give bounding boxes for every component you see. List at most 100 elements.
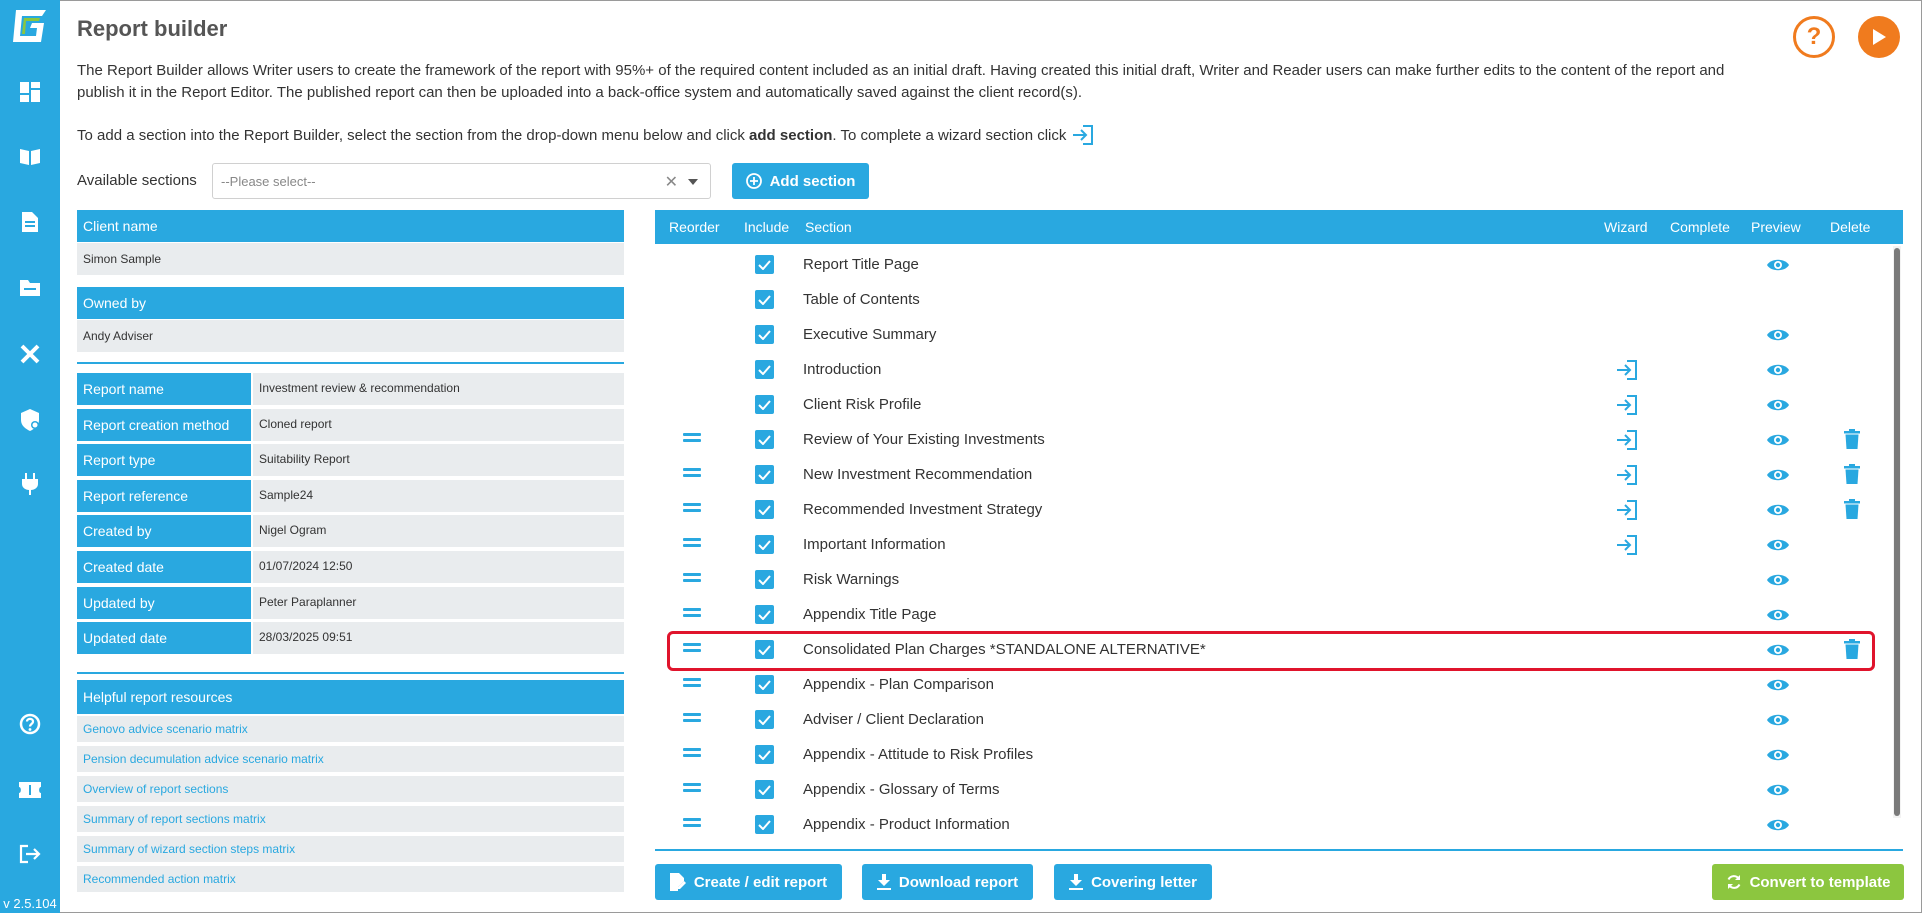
resource-link[interactable]: Summary of wizard section steps matrix <box>77 836 624 864</box>
include-checkbox[interactable] <box>755 290 774 309</box>
include-checkbox[interactable] <box>755 360 774 379</box>
add-section-button[interactable]: Add section <box>732 163 869 199</box>
table-row: Appendix - Product Information <box>655 809 1893 844</box>
clear-icon[interactable]: ✕ <box>665 172 678 192</box>
include-checkbox[interactable] <box>755 570 774 589</box>
resource-link[interactable]: Summary of report sections matrix <box>77 806 624 834</box>
col-reorder: Reorder <box>669 219 720 235</box>
shield-icon[interactable] <box>18 408 42 432</box>
add-section-label: Add section <box>769 172 856 190</box>
eye-icon[interactable] <box>1766 467 1790 483</box>
eye-icon[interactable] <box>1766 677 1790 693</box>
include-checkbox[interactable] <box>755 815 774 834</box>
include-checkbox[interactable] <box>755 605 774 624</box>
tools-icon[interactable] <box>18 342 42 366</box>
drag-handle-icon[interactable] <box>683 783 701 795</box>
scrollbar-thumb[interactable] <box>1894 248 1900 816</box>
create-edit-report-button[interactable]: Create / edit report <box>655 864 842 900</box>
folder-icon[interactable] <box>18 276 42 300</box>
drag-handle-icon[interactable] <box>683 713 701 725</box>
drag-handle-icon[interactable] <box>683 503 701 515</box>
eye-icon[interactable] <box>1766 257 1790 273</box>
eye-icon[interactable] <box>1766 712 1790 728</box>
trash-icon[interactable] <box>1844 464 1860 484</box>
eye-icon[interactable] <box>1766 537 1790 553</box>
include-checkbox[interactable] <box>755 430 774 449</box>
include-checkbox[interactable] <box>755 710 774 729</box>
eye-icon[interactable] <box>1766 817 1790 833</box>
trash-icon[interactable] <box>1844 499 1860 519</box>
eye-icon[interactable] <box>1766 782 1790 798</box>
wizard-enter-icon[interactable] <box>1616 359 1638 381</box>
include-checkbox[interactable] <box>755 535 774 554</box>
report-detail-value: Nigel Ogram <box>251 515 624 550</box>
report-detail-label: Updated by <box>77 586 251 621</box>
col-complete: Complete <box>1670 219 1730 235</box>
eye-icon[interactable] <box>1766 362 1790 378</box>
logo-icon[interactable] <box>10 8 50 44</box>
highlighted-row-outline <box>667 631 1875 671</box>
drag-handle-icon[interactable] <box>683 538 701 550</box>
intro-paragraph: The Report Builder allows Writer users t… <box>77 62 1725 101</box>
table-scrollbar[interactable] <box>1893 246 1901 818</box>
eye-icon[interactable] <box>1766 502 1790 518</box>
wizard-enter-icon[interactable] <box>1616 394 1638 416</box>
ticket-icon[interactable] <box>18 778 42 802</box>
drag-handle-icon[interactable] <box>683 678 701 690</box>
section-name: Review of Your Existing Investments <box>803 431 1045 448</box>
eye-icon[interactable] <box>1766 747 1790 763</box>
dashboard-icon[interactable] <box>18 80 42 104</box>
drag-handle-icon[interactable] <box>683 818 701 830</box>
report-detail-label: Report type <box>77 444 251 479</box>
include-checkbox[interactable] <box>755 745 774 764</box>
drag-handle-icon[interactable] <box>683 608 701 620</box>
download-report-button[interactable]: Download report <box>862 864 1033 900</box>
play-video-button[interactable] <box>1858 16 1900 58</box>
app-version: v 2.5.104 <box>3 896 57 911</box>
table-row: Appendix - Attitude to Risk Profiles <box>655 739 1893 774</box>
available-sections-select[interactable]: --Please select-- ✕ <box>212 163 711 199</box>
resource-link[interactable]: Overview of report sections <box>77 776 624 804</box>
drag-handle-icon[interactable] <box>683 573 701 585</box>
eye-icon[interactable] <box>1766 327 1790 343</box>
chevron-down-icon[interactable] <box>688 179 698 185</box>
logout-icon[interactable] <box>18 842 42 866</box>
trash-icon[interactable] <box>1844 429 1860 449</box>
resource-link[interactable]: Pension decumulation advice scenario mat… <box>77 746 624 774</box>
include-checkbox[interactable] <box>755 255 774 274</box>
help-button[interactable]: ? <box>1793 16 1835 58</box>
eye-icon[interactable] <box>1766 572 1790 588</box>
col-include: Include <box>744 219 790 235</box>
document-icon[interactable] <box>18 210 42 234</box>
covering-letter-button[interactable]: Covering letter <box>1054 864 1212 900</box>
book-open-icon[interactable] <box>18 144 42 168</box>
drag-handle-icon[interactable] <box>683 468 701 480</box>
help-circle-icon[interactable] <box>18 712 42 736</box>
instruction-bold: add section <box>749 126 833 144</box>
include-checkbox[interactable] <box>755 780 774 799</box>
download-icon <box>876 874 891 890</box>
include-checkbox[interactable] <box>755 675 774 694</box>
drag-handle-icon[interactable] <box>683 748 701 760</box>
include-checkbox[interactable] <box>755 500 774 519</box>
wizard-enter-icon[interactable] <box>1616 534 1638 556</box>
include-checkbox[interactable] <box>755 465 774 484</box>
plug-icon[interactable] <box>18 472 42 496</box>
convert-to-template-button[interactable]: Convert to template <box>1712 864 1904 900</box>
table-row: Table of Contents <box>655 284 1893 319</box>
eye-icon[interactable] <box>1766 432 1790 448</box>
wizard-enter-icon[interactable] <box>1616 499 1638 521</box>
resource-link[interactable]: Genovo advice scenario matrix <box>77 716 624 744</box>
eye-icon[interactable] <box>1766 607 1790 623</box>
table-row: Report Title Page <box>655 249 1893 284</box>
include-checkbox[interactable] <box>755 395 774 414</box>
wizard-enter-icon[interactable] <box>1616 429 1638 451</box>
resource-link[interactable]: Recommended action matrix <box>77 866 624 894</box>
instruction-prefix: To add a section into the Report Builder… <box>77 126 750 144</box>
covering-letter-label: Covering letter <box>1091 873 1197 891</box>
drag-handle-icon[interactable] <box>683 433 701 445</box>
include-checkbox[interactable] <box>755 325 774 344</box>
eye-icon[interactable] <box>1766 397 1790 413</box>
wizard-enter-icon[interactable] <box>1616 464 1638 486</box>
report-detail-label: Created date <box>77 551 251 585</box>
